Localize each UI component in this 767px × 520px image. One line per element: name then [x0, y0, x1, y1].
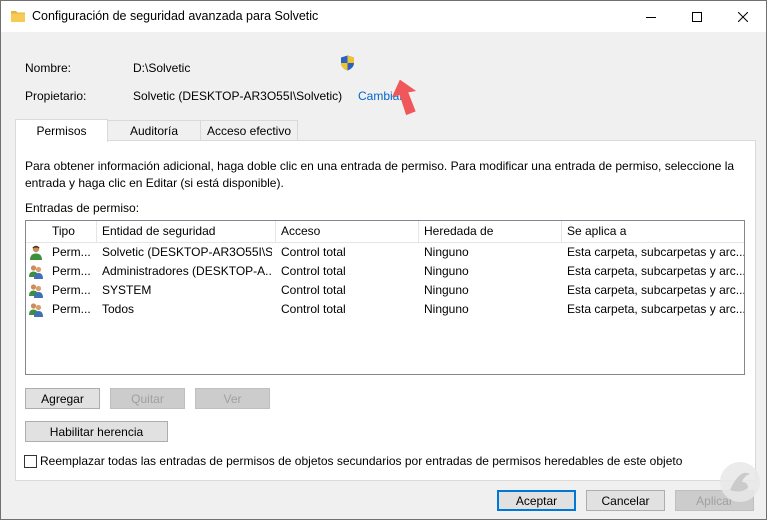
- row-inherited: Ninguno: [424, 245, 469, 259]
- name-label: Nombre:: [25, 61, 72, 75]
- permisos-description: Para obtener información adicional, haga…: [25, 159, 735, 190]
- window-title: Configuración de seguridad avanzada para…: [32, 9, 319, 23]
- group-icon: [29, 265, 43, 279]
- owner-value: Solvetic (DESKTOP-AR3O55I\Solvetic): [133, 89, 343, 103]
- row-applies: Esta carpeta, subcarpetas y arc...: [567, 245, 744, 259]
- row-inherited: Ninguno: [424, 283, 469, 297]
- column-header-heredada[interactable]: Heredada de: [418, 221, 561, 242]
- row-principal: Administradores (DESKTOP-A...: [102, 264, 272, 278]
- add-button[interactable]: Agregar: [25, 388, 100, 409]
- replace-entries-label[interactable]: Reemplazar todas las entradas de permiso…: [40, 454, 682, 468]
- security-settings-window: Configuración de seguridad avanzada para…: [0, 0, 767, 520]
- group-icon: [29, 303, 43, 317]
- permission-entries-list[interactable]: Tipo Entidad de seguridad Acceso Heredad…: [25, 220, 745, 375]
- row-type: Perm...: [52, 245, 91, 259]
- tab-permisos[interactable]: Permisos: [15, 119, 108, 142]
- column-header-acceso[interactable]: Acceso: [275, 221, 418, 242]
- column-header-entidad[interactable]: Entidad de seguridad: [96, 221, 275, 242]
- table-row[interactable]: Perm... SYSTEM Control total Ninguno Est…: [26, 281, 744, 300]
- minimize-button[interactable]: [628, 1, 674, 32]
- row-type: Perm...: [52, 264, 91, 278]
- red-arrow-annotation: [391, 79, 417, 116]
- accept-button[interactable]: Aceptar: [497, 490, 576, 511]
- table-row[interactable]: Perm... Todos Control total Ninguno Esta…: [26, 300, 744, 319]
- watermark-logo: [720, 462, 760, 502]
- tab-label: Auditoría: [129, 124, 179, 138]
- entries-label: Entradas de permiso:: [25, 201, 140, 215]
- replace-entries-checkbox[interactable]: [24, 455, 37, 468]
- tab-label: Acceso efectivo: [206, 124, 292, 138]
- row-access: Control total: [281, 264, 346, 278]
- group-icon: [29, 284, 43, 298]
- table-row[interactable]: Perm... Administradores (DESKTOP-A... Co…: [26, 262, 744, 281]
- uac-shield-icon: [341, 55, 354, 71]
- owner-label: Propietario:: [25, 89, 87, 103]
- dialog-body: Nombre: D:\Solvetic Propietario: Solveti…: [1, 32, 766, 519]
- column-header-aplica[interactable]: Se aplica a: [561, 221, 744, 242]
- title-bar: Configuración de seguridad avanzada para…: [1, 1, 766, 32]
- table-row[interactable]: Perm... Solvetic (DESKTOP-AR3O55I\S... C…: [26, 243, 744, 262]
- maximize-button[interactable]: [674, 1, 720, 32]
- row-applies: Esta carpeta, subcarpetas y arc...: [567, 283, 744, 297]
- remove-button[interactable]: Quitar: [110, 388, 185, 409]
- row-access: Control total: [281, 283, 346, 297]
- name-value: D:\Solvetic: [133, 61, 191, 75]
- list-header: Tipo Entidad de seguridad Acceso Heredad…: [26, 221, 744, 243]
- row-principal: Solvetic (DESKTOP-AR3O55I\S...: [102, 245, 272, 259]
- tab-label: Permisos: [36, 124, 87, 138]
- user-icon: [30, 245, 42, 260]
- row-applies: Esta carpeta, subcarpetas y arc...: [567, 302, 744, 316]
- row-access: Control total: [281, 245, 346, 259]
- folder-icon: [11, 11, 25, 22]
- row-principal: Todos: [102, 302, 135, 316]
- permisos-panel: Para obtener información adicional, haga…: [15, 140, 756, 481]
- cancel-button[interactable]: Cancelar: [586, 490, 665, 511]
- close-button[interactable]: [720, 1, 766, 32]
- column-header-tipo[interactable]: Tipo: [46, 221, 96, 242]
- row-applies: Esta carpeta, subcarpetas y arc...: [567, 264, 744, 278]
- row-access: Control total: [281, 302, 346, 316]
- tab-auditoria[interactable]: Auditoría: [106, 120, 202, 141]
- maximize-icon: [692, 11, 702, 22]
- tab-acceso-efectivo[interactable]: Acceso efectivo: [200, 120, 298, 141]
- row-type: Perm...: [52, 302, 91, 316]
- enable-inheritance-button[interactable]: Habilitar herencia: [25, 421, 168, 442]
- row-inherited: Ninguno: [424, 302, 469, 316]
- minimize-icon: [646, 16, 656, 18]
- row-inherited: Ninguno: [424, 264, 469, 278]
- close-icon: [738, 11, 748, 22]
- view-button[interactable]: Ver: [195, 388, 270, 409]
- row-type: Perm...: [52, 283, 91, 297]
- row-principal: SYSTEM: [102, 283, 152, 297]
